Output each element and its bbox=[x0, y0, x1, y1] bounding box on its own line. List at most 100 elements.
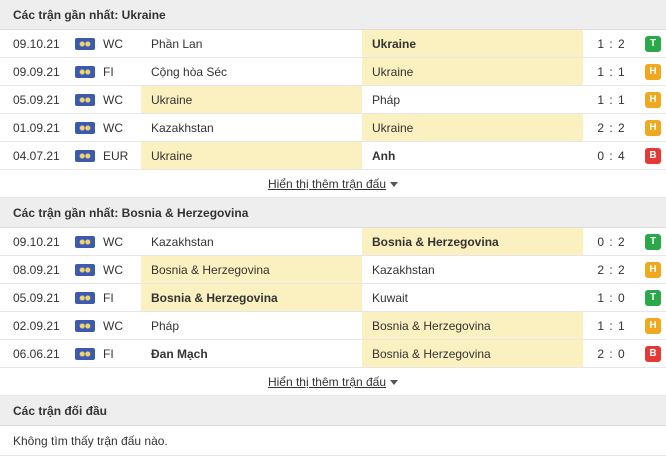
home-team[interactable]: Bosnia & Herzegovina bbox=[141, 284, 362, 311]
result-badge: B bbox=[645, 345, 661, 362]
result-badge: B bbox=[645, 147, 661, 164]
competition-flag-cell bbox=[70, 30, 100, 57]
world-flag-icon bbox=[75, 235, 95, 248]
match-row[interactable]: 04.07.21 EUR Ukraine Anh 0 : 4 B bbox=[0, 142, 666, 170]
world-flag-icon bbox=[75, 37, 95, 50]
away-team[interactable]: Kuwait bbox=[362, 284, 583, 311]
competition: EUR bbox=[103, 148, 129, 163]
score: 2 : 2 bbox=[597, 262, 626, 277]
competition-flag-cell bbox=[70, 58, 100, 85]
away-team[interactable]: Ukraine bbox=[362, 114, 583, 141]
competition-flag-cell bbox=[70, 256, 100, 283]
match-date: 06.06.21 bbox=[13, 346, 60, 361]
world-flag-icon bbox=[75, 291, 95, 304]
competition: WC bbox=[103, 36, 123, 51]
away-team[interactable]: Ukraine bbox=[362, 58, 583, 85]
result-badge: T bbox=[645, 233, 661, 250]
result-cell: H bbox=[640, 58, 666, 85]
result-badge: T bbox=[645, 35, 661, 52]
home-team[interactable]: Bosnia & Herzegovina bbox=[141, 256, 362, 283]
match-row[interactable]: 09.10.21 WC Phần Lan Ukraine 1 : 2 T bbox=[0, 30, 666, 58]
competition: FI bbox=[103, 290, 114, 305]
competition: FI bbox=[103, 64, 114, 79]
result-badge: H bbox=[645, 317, 661, 334]
competition-flag-cell bbox=[70, 284, 100, 311]
result-cell: H bbox=[640, 114, 666, 141]
match-row[interactable]: 08.09.21 WC Bosnia & Herzegovina Kazakhstan… bbox=[0, 256, 666, 284]
match-row[interactable]: 09.10.21 WC Kazakhstan Bosnia & Herzegovina… bbox=[0, 228, 666, 256]
result-badge: H bbox=[645, 119, 661, 136]
match-row[interactable]: 05.09.21 FI Bosnia & Herzegovina Kuwait 1 : … bbox=[0, 284, 666, 312]
away-team[interactable]: Bosnia & Herzegovina bbox=[362, 228, 583, 255]
match-history: Các trận gần nhất: Ukraine 09.10.21 WC Phầ… bbox=[0, 0, 666, 456]
caret-down-icon bbox=[390, 182, 399, 188]
away-team[interactable]: Bosnia & Herzegovina bbox=[362, 312, 583, 339]
match-date: 09.10.21 bbox=[13, 36, 60, 51]
match-date: 05.09.21 bbox=[13, 92, 60, 107]
show-more-bosnia[interactable]: Hiển thị thêm trận đấu bbox=[0, 368, 666, 396]
competition-flag-cell bbox=[70, 142, 100, 169]
empty-message: Không tìm thấy trận đấu nào. bbox=[0, 426, 666, 456]
world-flag-icon bbox=[75, 65, 95, 78]
world-flag-icon bbox=[75, 121, 95, 134]
section-title: Các trận đối đầu bbox=[0, 396, 666, 426]
home-team[interactable]: Ukraine bbox=[141, 86, 362, 113]
competition-flag-cell bbox=[70, 312, 100, 339]
score: 2 : 2 bbox=[597, 120, 626, 135]
result-badge: H bbox=[645, 91, 661, 108]
world-flag-icon bbox=[75, 149, 95, 162]
score: 1 : 1 bbox=[597, 92, 626, 107]
score: 1 : 0 bbox=[597, 290, 626, 305]
away-team[interactable]: Kazakhstan bbox=[362, 256, 583, 283]
match-row[interactable]: 02.09.21 WC Pháp Bosnia & Herzegovina 1 : 1 H bbox=[0, 312, 666, 340]
show-more-link[interactable]: Hiển thị thêm trận đấu bbox=[268, 177, 386, 191]
match-row[interactable]: 05.09.21 WC Ukraine Pháp 1 : 1 H bbox=[0, 86, 666, 114]
away-team[interactable]: Ukraine bbox=[362, 30, 583, 57]
section-title: Các trận gần nhất: Ukraine bbox=[0, 0, 666, 30]
away-team[interactable]: Bosnia & Herzegovina bbox=[362, 340, 583, 367]
world-flag-icon bbox=[75, 263, 95, 276]
score: 1 : 1 bbox=[597, 318, 626, 333]
competition-flag-cell bbox=[70, 114, 100, 141]
match-date: 04.07.21 bbox=[13, 148, 60, 163]
match-date: 02.09.21 bbox=[13, 318, 60, 333]
competition: FI bbox=[103, 346, 114, 361]
competition-flag-cell bbox=[70, 340, 100, 367]
match-date: 08.09.21 bbox=[13, 262, 60, 277]
home-team[interactable]: Kazakhstan bbox=[141, 228, 362, 255]
result-cell: T bbox=[640, 30, 666, 57]
result-cell: B bbox=[640, 142, 666, 169]
match-date: 05.09.21 bbox=[13, 290, 60, 305]
world-flag-icon bbox=[75, 319, 95, 332]
score: 2 : 0 bbox=[597, 346, 626, 361]
competition: WC bbox=[103, 234, 123, 249]
section-head-to-head: Các trận đối đầu Không tìm thấy trận đấu… bbox=[0, 396, 666, 456]
world-flag-icon bbox=[75, 347, 95, 360]
home-team[interactable]: Phần Lan bbox=[141, 30, 362, 57]
match-row[interactable]: 09.09.21 FI Cộng hòa Séc Ukraine 1 : 1 H bbox=[0, 58, 666, 86]
result-cell: B bbox=[640, 340, 666, 367]
score: 1 : 2 bbox=[597, 36, 626, 51]
section-bosnia: Các trận gần nhất: Bosnia & Herzegovina … bbox=[0, 198, 666, 396]
home-team[interactable]: Đan Mạch bbox=[141, 340, 362, 367]
away-team[interactable]: Anh bbox=[362, 142, 583, 169]
competition: WC bbox=[103, 262, 123, 277]
away-team[interactable]: Pháp bbox=[362, 86, 583, 113]
result-cell: H bbox=[640, 312, 666, 339]
show-more-link[interactable]: Hiển thị thêm trận đấu bbox=[268, 375, 386, 389]
result-cell: H bbox=[640, 86, 666, 113]
show-more-ukraine[interactable]: Hiển thị thêm trận đấu bbox=[0, 170, 666, 198]
home-team[interactable]: Kazakhstan bbox=[141, 114, 362, 141]
home-team[interactable]: Pháp bbox=[141, 312, 362, 339]
section-ukraine: Các trận gần nhất: Ukraine 09.10.21 WC Phầ… bbox=[0, 0, 666, 198]
home-team[interactable]: Cộng hòa Séc bbox=[141, 58, 362, 85]
match-row[interactable]: 01.09.21 WC Kazakhstan Ukraine 2 : 2 H bbox=[0, 114, 666, 142]
competition: WC bbox=[103, 120, 123, 135]
home-team[interactable]: Ukraine bbox=[141, 142, 362, 169]
result-cell: T bbox=[640, 284, 666, 311]
competition-flag-cell bbox=[70, 228, 100, 255]
score: 1 : 1 bbox=[597, 64, 626, 79]
match-row[interactable]: 06.06.21 FI Đan Mạch Bosnia & Herzegovina 2 … bbox=[0, 340, 666, 368]
score: 0 : 2 bbox=[597, 234, 626, 249]
competition-flag-cell bbox=[70, 86, 100, 113]
